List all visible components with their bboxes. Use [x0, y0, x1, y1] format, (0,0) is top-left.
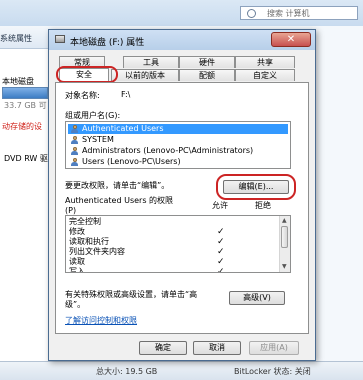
allow-header: 允许: [212, 201, 228, 210]
cancel-button-label: 取消: [209, 343, 225, 352]
allow-check: ✓: [217, 267, 225, 273]
permission-name: 修改: [69, 227, 85, 236]
user-name: Authenticated Users: [82, 124, 164, 133]
status-bitlocker: BitLocker 状态: 关闭: [234, 367, 311, 376]
user-name: Users (Lenovo-PC\Users): [82, 157, 181, 166]
scroll-up-icon[interactable]: ▲: [282, 217, 287, 224]
permissions-title: Authenticated Users 的权限: [65, 196, 174, 205]
group-label: 组或用户名(G):: [65, 111, 121, 120]
allow-check: ✓: [217, 257, 225, 267]
object-name-value: F:\: [121, 90, 131, 99]
advanced-button[interactable]: 高级(V): [229, 291, 285, 305]
deny-header: 拒绝: [255, 201, 271, 210]
tab-sharing[interactable]: 共享: [235, 56, 295, 68]
permissions-list: 完全控制 修改 ✓ 读取和执行 ✓ 列出文件夹内容 ✓ 读取 ✓ 写入 ✓ ▲ …: [65, 215, 291, 273]
advanced-button-label: 高级(V): [243, 293, 271, 302]
apply-button[interactable]: 应用(A): [249, 341, 299, 355]
system-properties-command[interactable]: 系统属性: [0, 33, 32, 44]
permission-name: 写入: [69, 267, 85, 273]
user-name: Administrators (Lenovo-PC\Administrators…: [82, 146, 254, 155]
permission-row: 列出文件夹内容 ✓: [69, 247, 269, 257]
permission-row: 读取和执行 ✓: [69, 237, 269, 247]
drive-usage-bar: [2, 87, 48, 99]
dvd-drive-label[interactable]: DVD RW 驱: [4, 153, 48, 164]
permission-name: 读取: [69, 257, 85, 266]
search-placeholder: 搜索 计算机: [267, 9, 310, 18]
scroll-down-icon[interactable]: ▼: [282, 263, 287, 270]
search-icon: [247, 9, 256, 18]
drive-size: 33.7 GB 可: [4, 101, 47, 110]
removable-section-label: 动存储的设: [2, 122, 42, 131]
learn-access-control-link[interactable]: 了解访问控制和权限: [65, 315, 137, 326]
allow-check: ✓: [217, 247, 225, 257]
drive-icon: [55, 35, 65, 43]
users-group-icon: [70, 147, 79, 155]
permissions-scrollbar[interactable]: ▲ ▼: [279, 216, 290, 272]
tab-tools[interactable]: 工具: [123, 56, 179, 68]
permissions-title-suffix: (P): [65, 206, 77, 215]
list-item[interactable]: Administrators (Lenovo-PC\Administrators…: [68, 146, 288, 156]
cancel-button[interactable]: 取消: [193, 341, 241, 355]
scroll-thumb[interactable]: [281, 226, 288, 248]
user-icon: [70, 125, 79, 133]
permission-row: 写入 ✓: [69, 267, 269, 273]
user-list[interactable]: Authenticated Users SYSTEM Administrator…: [65, 121, 291, 169]
properties-dialog: 本地磁盘 (F:) 属性 ✕ 常规 工具 硬件 共享 安全 以前的版本 配额 自…: [48, 29, 316, 361]
users-group-icon: [70, 158, 79, 166]
user-icon: [70, 136, 79, 144]
dialog-titlebar: 本地磁盘 (F:) 属性 ✕: [49, 30, 315, 50]
dialog-title: 本地磁盘 (F:) 属性: [70, 38, 145, 48]
permission-name: 完全控制: [69, 217, 101, 226]
tab-quota[interactable]: 配额: [179, 69, 235, 81]
object-name-label: 对象名称:: [65, 91, 100, 100]
edit-button-highlight: [216, 174, 296, 200]
change-permissions-hint: 要更改权限，请单击“编辑”。: [65, 181, 170, 190]
permission-name: 列出文件夹内容: [69, 247, 125, 256]
list-item[interactable]: SYSTEM: [68, 135, 288, 145]
ok-button-label: 确定: [155, 343, 171, 352]
explorer-right-panel: [312, 26, 363, 361]
tab-hardware[interactable]: 硬件: [179, 56, 235, 68]
list-item[interactable]: Users (Lenovo-PC\Users): [68, 157, 288, 167]
apply-button-label: 应用(A): [260, 343, 288, 352]
permission-row: 完全控制: [69, 217, 269, 227]
security-tab-highlight: [56, 66, 118, 83]
status-total-size: 总大小: 19.5 GB: [96, 367, 158, 376]
explorer-titlebar: 搜索 计算机: [0, 0, 363, 27]
allow-check: ✓: [217, 227, 225, 237]
list-item[interactable]: Authenticated Users: [68, 124, 288, 134]
ok-button[interactable]: 确定: [139, 341, 187, 355]
explorer-status-bar: 总大小: 19.5 GB BitLocker 状态: 关闭: [0, 361, 363, 380]
tab-previous-versions[interactable]: 以前的版本: [111, 69, 179, 81]
permission-name: 读取和执行: [69, 237, 109, 246]
drive-name[interactable]: 本地磁盘: [2, 76, 34, 87]
tab-customize[interactable]: 自定义: [235, 69, 295, 81]
explorer-search-box[interactable]: 搜索 计算机: [240, 6, 358, 20]
permission-row: 读取 ✓: [69, 257, 269, 267]
close-button[interactable]: ✕: [271, 32, 311, 47]
user-name: SYSTEM: [82, 135, 114, 144]
advanced-hint-line2: 级”。: [65, 300, 86, 309]
allow-check: ✓: [217, 237, 225, 247]
permission-row: 修改 ✓: [69, 227, 269, 237]
